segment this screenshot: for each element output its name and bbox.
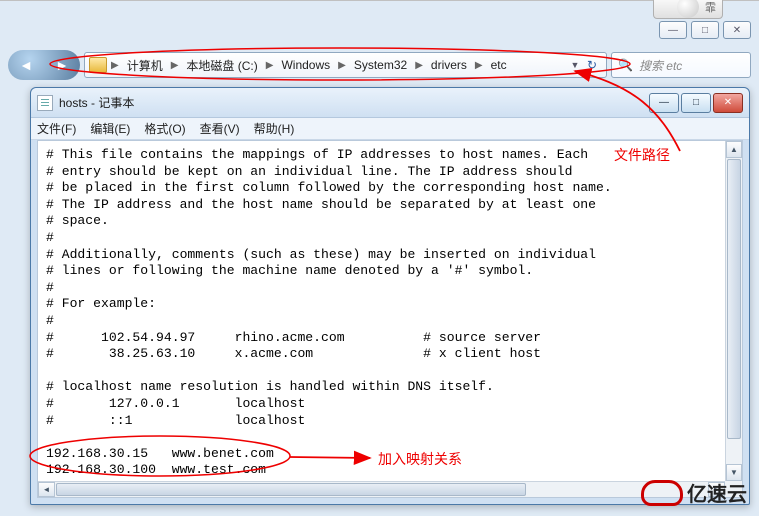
explorer-window-controls: — □ ✕ (659, 21, 751, 39)
notepad-titlebar[interactable]: hosts - 记事本 — □ ✕ (31, 88, 749, 118)
notepad-client-area: # This file contains the mappings of IP … (37, 140, 743, 498)
explorer-address-row: ◄ ► ▶ 计算机 ▶ 本地磁盘 (C:) ▶ Windows ▶ System… (8, 49, 751, 81)
annotation-path-label: 文件路径 (614, 145, 670, 165)
chevron-right-icon[interactable]: ▶ (413, 60, 425, 71)
scroll-down-icon[interactable]: ▼ (726, 464, 742, 481)
notepad-text-content[interactable]: # This file contains the mappings of IP … (38, 141, 724, 481)
search-placeholder: 搜索 etc (639, 57, 682, 74)
horizontal-scrollbar[interactable]: ◄ ► (38, 481, 725, 497)
nav-buttons: ◄ ► (8, 50, 80, 80)
address-dropdown-icon[interactable]: ▼ (568, 60, 582, 70)
breadcrumb-item[interactable]: etc (485, 58, 513, 72)
chevron-right-icon[interactable]: ▶ (169, 60, 181, 71)
chevron-right-icon[interactable]: ▶ (109, 60, 121, 71)
notepad-close-button[interactable]: ✕ (713, 93, 743, 113)
explorer-maximize-button[interactable]: □ (691, 21, 719, 39)
menu-file[interactable]: 文件(F) (37, 120, 76, 137)
chevron-right-icon[interactable]: ▶ (264, 60, 276, 71)
scroll-left-icon[interactable]: ◄ (38, 482, 55, 497)
folder-icon (89, 57, 107, 73)
scroll-up-icon[interactable]: ▲ (726, 141, 742, 158)
menu-help[interactable]: 帮助(H) (254, 120, 295, 137)
breadcrumb[interactable]: ▶ 计算机 ▶ 本地磁盘 (C:) ▶ Windows ▶ System32 ▶… (84, 52, 607, 78)
notepad-title: hosts - 记事本 (59, 94, 649, 111)
refresh-icon[interactable]: ↻ (582, 58, 602, 72)
chevron-right-icon[interactable]: ▶ (336, 60, 348, 71)
scroll-thumb[interactable] (56, 483, 526, 496)
search-icon: 🔍 (618, 58, 633, 72)
explorer-close-button[interactable]: ✕ (723, 21, 751, 39)
menu-format[interactable]: 格式(O) (144, 120, 185, 137)
vertical-scrollbar[interactable]: ▲ ▼ (725, 141, 742, 481)
annotation-mapping-label: 加入映射关系 (378, 449, 462, 469)
breadcrumb-item[interactable]: Windows (275, 58, 336, 72)
breadcrumb-item[interactable]: drivers (425, 58, 473, 72)
breadcrumb-item[interactable]: 本地磁盘 (C:) (180, 57, 263, 74)
breadcrumb-item[interactable]: System32 (348, 58, 413, 72)
desktop-gadget (653, 0, 723, 19)
nav-back-button[interactable]: ◄ (19, 57, 33, 73)
menu-view[interactable]: 查看(V) (200, 120, 240, 137)
notepad-menubar: 文件(F) 编辑(E) 格式(O) 查看(V) 帮助(H) (31, 118, 749, 140)
menu-edit[interactable]: 编辑(E) (90, 120, 130, 137)
scroll-right-icon[interactable]: ► (708, 482, 725, 497)
explorer-window-fragment: — □ ✕ ◄ ► ▶ 计算机 ▶ 本地磁盘 (C:) ▶ Windows ▶ … (8, 21, 751, 81)
breadcrumb-item[interactable]: 计算机 (121, 57, 169, 74)
notepad-icon (37, 95, 53, 111)
notepad-maximize-button[interactable]: □ (681, 93, 711, 113)
explorer-minimize-button[interactable]: — (659, 21, 687, 39)
search-input[interactable]: 🔍 搜索 etc (611, 52, 751, 78)
chevron-right-icon[interactable]: ▶ (473, 60, 485, 71)
scroll-thumb[interactable] (727, 159, 741, 439)
notepad-window-controls: — □ ✕ (649, 93, 743, 113)
notepad-minimize-button[interactable]: — (649, 93, 679, 113)
nav-forward-button[interactable]: ► (55, 57, 69, 73)
scroll-corner (725, 481, 742, 497)
